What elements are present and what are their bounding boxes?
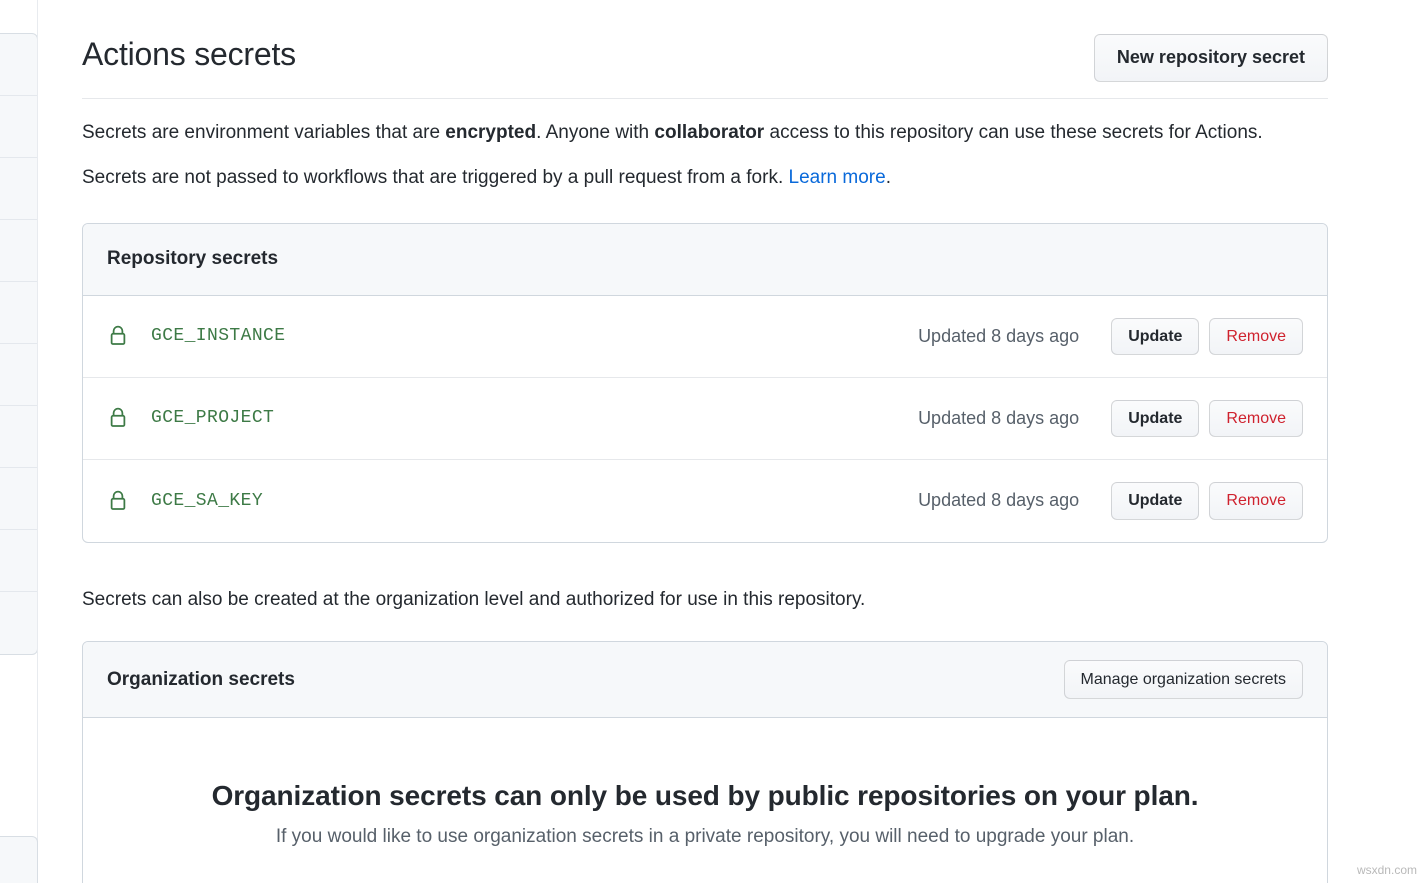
lock-icon <box>107 406 129 430</box>
page-header: Actions secrets New repository secret <box>82 0 1328 99</box>
sidebar-item[interactable] <box>0 406 37 468</box>
page-title: Actions secrets <box>82 34 296 74</box>
sidebar-item[interactable] <box>0 158 37 220</box>
secret-name: GCE_PROJECT <box>151 408 274 428</box>
remove-secret-button[interactable]: Remove <box>1209 482 1303 520</box>
remove-secret-button[interactable]: Remove <box>1209 318 1303 356</box>
secret-name: GCE_INSTANCE <box>151 326 285 346</box>
actions-secrets-page: Actions secrets New repository secret Se… <box>0 0 1425 883</box>
update-secret-button[interactable]: Update <box>1111 318 1199 356</box>
desc2-part1: Secrets are not passed to workflows that… <box>82 167 789 188</box>
update-secret-button[interactable]: Update <box>1111 482 1199 520</box>
settings-sidebar-stub[interactable] <box>0 33 38 655</box>
row-actions: Update Remove <box>1111 482 1303 520</box>
blankslate-title: Organization secrets can only be used by… <box>103 780 1307 812</box>
organization-secrets-box: Organization secrets Manage organization… <box>82 641 1328 883</box>
sidebar-item[interactable] <box>0 282 37 344</box>
sidebar-item[interactable] <box>0 220 37 282</box>
organization-level-note: Secrets can also be created at the organ… <box>82 543 1328 611</box>
lock-icon <box>107 324 129 348</box>
sidebar-item[interactable] <box>0 34 37 96</box>
organization-secrets-title: Organization secrets <box>107 669 295 691</box>
sidebar-item[interactable] <box>0 96 37 158</box>
lock-icon <box>107 489 129 513</box>
table-row[interactable]: GCE_INSTANCE Updated 8 days ago Update R… <box>83 296 1327 378</box>
repository-secrets-header: Repository secrets <box>83 224 1327 296</box>
sidebar-item[interactable] <box>0 344 37 406</box>
blankslate-text: If you would like to use organization se… <box>103 826 1307 848</box>
organization-secrets-header: Organization secrets Manage organization… <box>83 642 1327 719</box>
secret-updated: Updated 8 days ago <box>918 490 1079 511</box>
sidebar-item[interactable] <box>0 530 37 592</box>
update-secret-button[interactable]: Update <box>1111 400 1199 438</box>
sidebar-item[interactable] <box>0 468 37 530</box>
repository-secrets-box: Repository secrets GCE_INSTANCE Updated … <box>82 223 1328 543</box>
main-content: Actions secrets New repository secret Se… <box>82 0 1328 883</box>
secret-name: GCE_SA_KEY <box>151 491 263 511</box>
secrets-description-2: Secrets are not passed to workflows that… <box>82 164 1328 193</box>
sidebar-item[interactable] <box>0 592 37 654</box>
secret-updated: Updated 8 days ago <box>918 408 1079 429</box>
new-repository-secret-button[interactable]: New repository secret <box>1094 34 1328 82</box>
row-actions: Update Remove <box>1111 400 1303 438</box>
organization-secrets-blankslate: Organization secrets can only be used by… <box>83 718 1327 883</box>
secret-updated: Updated 8 days ago <box>918 326 1079 347</box>
settings-sidebar-stub-lower[interactable] <box>0 836 38 883</box>
watermark: wsxdn.com <box>1357 863 1417 877</box>
desc1-part3: access to this repository can use these … <box>764 122 1262 143</box>
manage-organization-secrets-button[interactable]: Manage organization secrets <box>1064 660 1303 700</box>
sidebar-divider <box>37 0 38 883</box>
table-row[interactable]: GCE_SA_KEY Updated 8 days ago Update Rem… <box>83 460 1327 542</box>
desc1-part1: Secrets are environment variables that a… <box>82 122 445 143</box>
table-row[interactable]: GCE_PROJECT Updated 8 days ago Update Re… <box>83 378 1327 460</box>
secrets-description-1: Secrets are environment variables that a… <box>82 119 1328 148</box>
learn-more-link[interactable]: Learn more <box>789 167 886 188</box>
desc1-part2: . Anyone with <box>536 122 654 143</box>
row-actions: Update Remove <box>1111 318 1303 356</box>
repository-secrets-title: Repository secrets <box>107 248 278 270</box>
desc2-part2: . <box>886 167 891 188</box>
desc1-encrypted: encrypted <box>445 122 536 143</box>
remove-secret-button[interactable]: Remove <box>1209 400 1303 438</box>
desc1-collaborator: collaborator <box>654 122 764 143</box>
